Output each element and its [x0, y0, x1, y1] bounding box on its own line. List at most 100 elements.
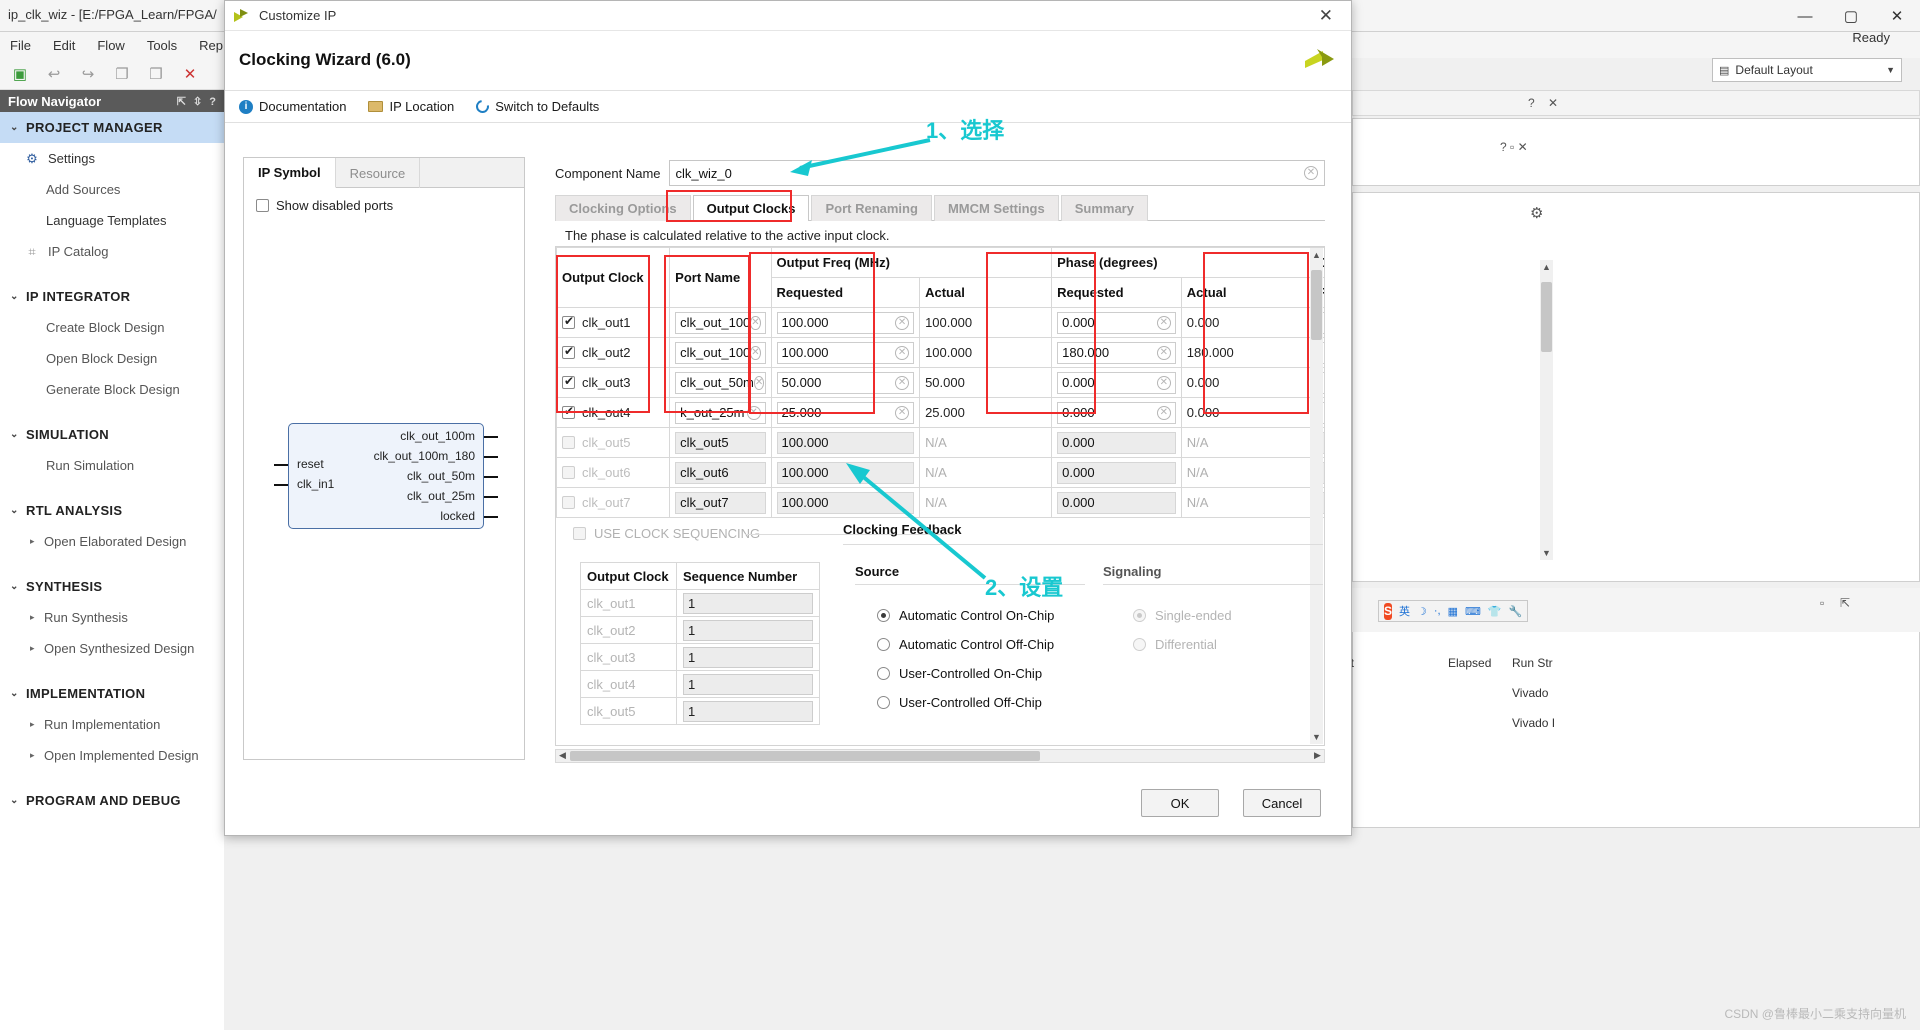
- enable-clock-checkbox[interactable]: [562, 496, 575, 509]
- radio-automatic-control-on-chip[interactable]: Automatic Control On-Chip: [877, 608, 1054, 623]
- seq-number-cell[interactable]: 1: [676, 643, 820, 671]
- sidebar-item-add-sources[interactable]: Add Sources: [0, 174, 224, 205]
- seq-number-cell[interactable]: 1: [676, 616, 820, 644]
- ime-lang-icon[interactable]: 英: [1399, 603, 1410, 619]
- radio-differential[interactable]: Differential: [1133, 637, 1217, 652]
- menu-flow[interactable]: Flow: [97, 38, 124, 53]
- cell-output-clock[interactable]: clk_out4: [556, 397, 671, 428]
- sidebar-item-settings[interactable]: ⚙ Settings: [0, 143, 224, 174]
- cell-phase-requested[interactable]: 0.000: [1051, 427, 1182, 458]
- panel-help-icon[interactable]: ? ▫ ✕: [1500, 140, 1528, 154]
- ime-skin-icon[interactable]: 👕: [1488, 605, 1502, 618]
- enable-clock-checkbox[interactable]: [562, 374, 575, 389]
- cell-port-name[interactable]: k_out_25m ✕: [669, 397, 772, 428]
- cell-output-clock[interactable]: clk_out6: [556, 457, 671, 488]
- scroll-thumb[interactable]: [1541, 282, 1552, 352]
- clear-icon[interactable]: ✕: [1156, 315, 1171, 330]
- enable-clock-checkbox[interactable]: [562, 436, 575, 449]
- minimize-icon[interactable]: —: [1782, 0, 1828, 32]
- menu-file[interactable]: File: [10, 38, 31, 53]
- horizontal-scrollbar[interactable]: ◀ ▶: [555, 749, 1325, 763]
- ip-symbol-tabs[interactable]: IP Symbol Resource: [244, 158, 524, 188]
- sidebar-item-run-implementation[interactable]: ▸ Run Implementation: [0, 709, 224, 740]
- menu-edit[interactable]: Edit: [53, 38, 75, 53]
- cell-freq-requested[interactable]: 100.000 ✕: [770, 307, 921, 338]
- sidebar-item-generate-block-design[interactable]: Generate Block Design: [0, 374, 224, 405]
- layout-select[interactable]: ▤ Default Layout ▼: [1712, 58, 1902, 82]
- seq-table-row[interactable]: clk_out1 1: [580, 589, 820, 617]
- cell-output-clock[interactable]: clk_out1: [556, 307, 671, 338]
- open-project-icon[interactable]: ▣: [10, 65, 30, 83]
- tab-clocking-options[interactable]: Clocking Options: [555, 195, 691, 221]
- cell-freq-requested[interactable]: 25.000 ✕: [770, 397, 921, 428]
- sidebar-item-language-templates[interactable]: Language Templates: [0, 205, 224, 236]
- cell-port-name[interactable]: clk_out_50m ✕: [669, 367, 772, 398]
- cell-port-name[interactable]: clk_out_100 ✕: [669, 337, 772, 368]
- clear-icon[interactable]: ✕: [750, 345, 761, 360]
- maximize-icon[interactable]: ▢: [1828, 0, 1874, 32]
- cell-phase-requested[interactable]: 0.000: [1051, 457, 1182, 488]
- clear-icon[interactable]: ✕: [895, 345, 910, 360]
- radio-icon[interactable]: [1133, 609, 1146, 622]
- cell-phase-requested[interactable]: 0.000 ✕: [1051, 307, 1182, 338]
- menu-tools[interactable]: Tools: [147, 38, 177, 53]
- right-panel-scrollbar[interactable]: ▲ ▼: [1540, 260, 1553, 560]
- settings-tabs[interactable]: Clocking Options Output Clocks Port Renami…: [555, 195, 1325, 221]
- clear-icon[interactable]: ✕: [1156, 375, 1171, 390]
- cell-port-name[interactable]: clk_out5: [669, 427, 772, 458]
- component-name-input[interactable]: clk_wiz_0 ✕: [668, 160, 1325, 186]
- sidebar-group-synthesis[interactable]: ⌄ SYNTHESIS: [0, 571, 224, 602]
- sidebar-group-program-and-debug[interactable]: ⌄ PROGRAM AND DEBUG: [0, 785, 224, 816]
- copy-icon[interactable]: ❐: [112, 65, 132, 83]
- radio-single-ended[interactable]: Single-ended: [1133, 608, 1232, 623]
- help-icon[interactable]: ?: [1528, 96, 1535, 110]
- table-row[interactable]: clk_out4k_out_25m✕25.000✕25.0000.000✕0.0…: [556, 397, 1324, 428]
- documentation-link[interactable]: i Documentation: [239, 99, 346, 114]
- flow-navigator-panel[interactable]: ⌄ PROJECT MANAGER ⚙ Settings Add Sources Lang…: [0, 112, 224, 1030]
- clear-icon[interactable]: ✕: [753, 375, 765, 390]
- radio-icon[interactable]: [877, 696, 890, 709]
- show-disabled-ports-checkbox[interactable]: [256, 199, 269, 212]
- cancel-button[interactable]: Cancel: [1243, 789, 1321, 817]
- grid-scroll-up-icon[interactable]: ▲: [1310, 248, 1323, 262]
- sidebar-item-run-simulation[interactable]: Run Simulation: [0, 450, 224, 481]
- menu-reports[interactable]: Rep: [199, 38, 223, 53]
- sidebar-group-rtl-analysis[interactable]: ⌄ RTL ANALYSIS: [0, 495, 224, 526]
- seq-number-cell[interactable]: 1: [676, 670, 820, 698]
- sidebar-item-ip-catalog[interactable]: ⌗ IP Catalog: [0, 236, 224, 267]
- sidebar-group-ip-integrator[interactable]: ⌄ IP INTEGRATOR: [0, 281, 224, 312]
- undo-icon[interactable]: ↩: [44, 65, 64, 83]
- scroll-up-icon[interactable]: ▲: [1540, 260, 1553, 274]
- redo-icon[interactable]: ↪: [78, 65, 98, 83]
- sidebar-group-simulation[interactable]: ⌄ SIMULATION: [0, 419, 224, 450]
- clear-icon[interactable]: ✕: [895, 375, 910, 390]
- cell-output-clock[interactable]: clk_out7: [556, 487, 671, 518]
- tab-ip-symbol[interactable]: IP Symbol: [244, 158, 336, 188]
- sidebar-item-open-elaborated-design[interactable]: ▸ Open Elaborated Design: [0, 526, 224, 557]
- enable-clock-checkbox[interactable]: [562, 466, 575, 479]
- cell-port-name[interactable]: clk_out6: [669, 457, 772, 488]
- show-disabled-ports-row[interactable]: Show disabled ports: [244, 188, 524, 213]
- cell-freq-requested[interactable]: 100.000: [770, 487, 921, 518]
- radio-automatic-control-off-chip[interactable]: Automatic Control Off-Chip: [877, 637, 1054, 652]
- cell-phase-requested[interactable]: 180.000 ✕: [1051, 337, 1182, 368]
- radio-icon[interactable]: [877, 667, 890, 680]
- sidebar-item-create-block-design[interactable]: Create Block Design: [0, 312, 224, 343]
- grid-scroll-thumb[interactable]: [1311, 270, 1322, 340]
- enable-clock-checkbox[interactable]: [562, 404, 575, 419]
- radio-user-controlled-off-chip[interactable]: User-Controlled Off-Chip: [877, 695, 1042, 710]
- hscroll-thumb[interactable]: [570, 751, 1040, 761]
- radio-icon[interactable]: [877, 638, 890, 651]
- tab-resource[interactable]: Resource: [336, 158, 421, 188]
- seq-number-cell[interactable]: 1: [676, 697, 820, 725]
- switch-to-defaults-link[interactable]: Switch to Defaults: [473, 97, 599, 116]
- table-row[interactable]: clk_out1clk_out_100✕100.000✕100.0000.000…: [556, 307, 1324, 338]
- sidebar-item-open-synthesized-design[interactable]: ▸ Open Synthesized Design: [0, 633, 224, 664]
- clear-icon[interactable]: ✕: [750, 315, 761, 330]
- clear-icon[interactable]: ✕: [895, 405, 910, 420]
- seq-table-row[interactable]: clk_out3 1: [580, 643, 820, 671]
- seq-table-row[interactable]: clk_out2 1: [580, 616, 820, 644]
- collapse-all-icon[interactable]: ⇱ ⇳ ?: [177, 95, 218, 108]
- ok-button[interactable]: OK: [1141, 789, 1219, 817]
- ime-keyboard-icon[interactable]: ▦: [1448, 605, 1458, 618]
